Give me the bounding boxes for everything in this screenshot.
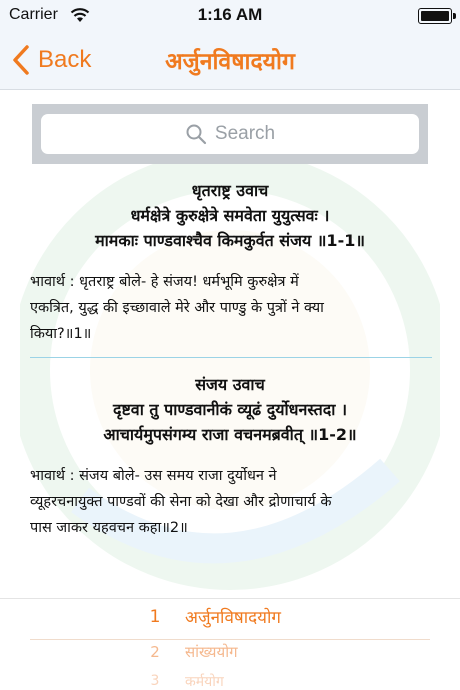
search-input[interactable]: Search	[41, 114, 419, 154]
verse-line: मामकाः पाण्डवाश्चैव किमकुर्वत संजय ॥1-1॥	[95, 231, 365, 250]
chapter-item[interactable]: 3 कर्मयोग	[0, 670, 460, 690]
chapter-picker[interactable]: 1 अर्जुनविषादयोग 2 सांख्ययोग 3 कर्मयोग	[0, 598, 460, 690]
chapter-number: 2	[150, 643, 160, 661]
picker-selection-line	[30, 639, 430, 640]
chapter-number: 3	[150, 673, 160, 689]
meaning-line: भावार्थ : संजय बोले- उस समय राजा दुर्योध…	[30, 468, 277, 484]
navigation-bar: Back अर्जुनविषादयोग	[0, 32, 460, 90]
search-bar-container: Search	[32, 104, 428, 164]
search-icon	[186, 124, 206, 145]
chapter-name: अर्जुनविषादयोग	[185, 608, 281, 628]
chapter-item-selected[interactable]: 1 अर्जुनविषादयोग	[0, 605, 460, 629]
meaning-line: पास जाकर यहवचन कहा॥2॥	[30, 520, 188, 536]
verse-block: संजय उवाच दृष्टवा तु पाण्डवानीकं व्यूढं …	[0, 372, 460, 447]
verse-line: आचार्यमुपसंगम्य राजा वचनमब्रवीत्‌ ॥1-2॥	[103, 425, 357, 444]
meaning-line: किया?॥1॥	[30, 326, 92, 342]
chapter-name: कर्मयोग	[185, 673, 224, 690]
page-title: अर्जुनविषादयोग	[165, 49, 295, 75]
verse-speaker: धृतराष्ट्र उवाच	[191, 181, 269, 200]
verse-line: धर्मक्षेत्रे कुरुक्षेत्रे समवेता युयुत्स…	[130, 206, 330, 225]
meaning-line: व्यूहरचनायुक्त पाण्डवों की सेना को देखा …	[30, 494, 332, 510]
meaning-line: एकत्रित, युद्ध की इच्छावाले मेरे और पाण्…	[30, 300, 324, 316]
search-placeholder: Search	[214, 123, 276, 144]
chapter-item[interactable]: 2 सांख्ययोग	[0, 642, 460, 662]
meaning-line: भावार्थ : धृतराष्ट्र बोले- हे संजय! धर्म…	[30, 274, 299, 290]
status-bar: Carrier 1:16 AM	[0, 0, 460, 32]
verse-meaning: भावार्थ : धृतराष्ट्र बोले- हे संजय! धर्म…	[0, 269, 460, 347]
chapter-number: 1	[149, 606, 161, 627]
verse-divider	[30, 357, 432, 358]
verse-block: धृतराष्ट्र उवाच धर्मक्षेत्रे कुरुक्षेत्र…	[0, 178, 460, 253]
clock: 1:16 AM	[197, 5, 263, 24]
verse-list[interactable]: धृतराष्ट्र उवाच धर्मक्षेत्रे कुरुक्षेत्र…	[0, 178, 460, 541]
verse-line: दृष्टवा तु पाण्डवानीकं व्यूढं दुर्योधनस्…	[112, 400, 348, 419]
verse-meaning: भावार्थ : संजय बोले- उस समय राजा दुर्योध…	[0, 463, 460, 541]
verse-speaker: संजय उवाच	[195, 375, 265, 394]
battery-icon	[418, 8, 456, 24]
chapter-name: सांख्ययोग	[185, 643, 238, 661]
